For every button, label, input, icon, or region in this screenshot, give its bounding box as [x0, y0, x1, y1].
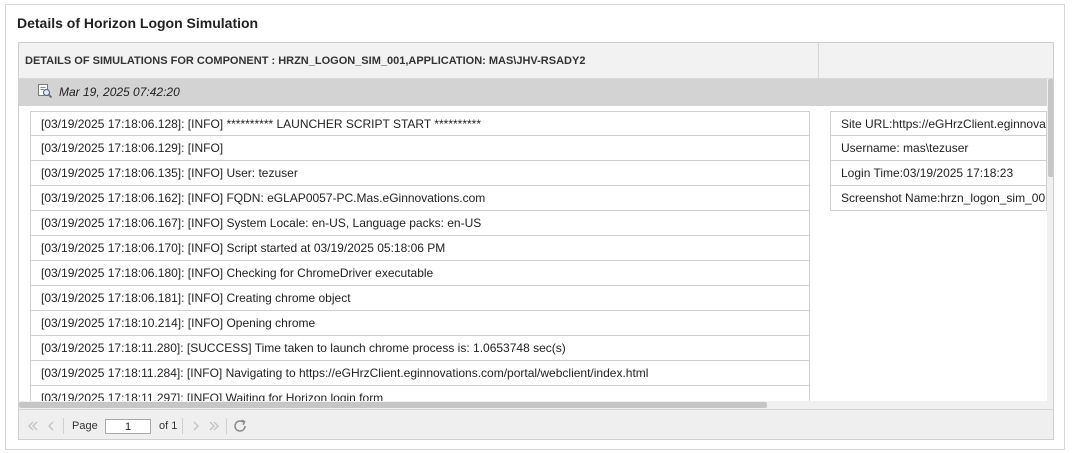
log-row: [03/19/2025 17:18:06.129]: [INFO] — [30, 136, 810, 161]
info-username: Username: mas\tezuser — [830, 136, 1047, 161]
horizontal-scrollbar[interactable] — [19, 401, 1053, 409]
page-count-label: of 1 — [159, 420, 178, 432]
log-row: [03/19/2025 17:18:06.170]: [INFO] Script… — [30, 236, 810, 261]
log-row: [03/19/2025 17:18:06.135]: [INFO] User: … — [30, 161, 810, 186]
log-row: [03/19/2025 17:18:06.128]: [INFO] ******… — [30, 111, 810, 136]
pager-separator — [226, 418, 227, 434]
log-row: [03/19/2025 17:18:06.180]: [INFO] Checki… — [30, 261, 810, 286]
simulation-group-row[interactable]: Mar 19, 2025 07:42:20 — [19, 79, 1047, 106]
magnifier-report-icon — [38, 84, 53, 99]
log-row: [03/19/2025 17:18:06.162]: [INFO] FQDN: … — [30, 186, 810, 211]
page-label: Page — [72, 420, 98, 432]
info-site-url: Site URL:https://eGHrzClient.eginnovat — [830, 111, 1047, 136]
simulations-panel: DETAILS OF SIMULATIONS FOR COMPONENT : H… — [18, 42, 1054, 440]
vertical-scrollbar-thumb[interactable] — [1048, 79, 1053, 177]
log-row: [03/19/2025 17:18:11.297]: [INFO] Waitin… — [30, 386, 810, 401]
first-page-icon[interactable] — [26, 419, 40, 433]
pager-separator — [182, 418, 183, 434]
horizontal-scrollbar-thumb[interactable] — [19, 402, 767, 408]
vertical-scrollbar[interactable] — [1047, 79, 1053, 401]
info-screenshot-name: Screenshot Name:hrzn_logon_sim_001 — [830, 186, 1047, 211]
refresh-icon[interactable] — [232, 418, 248, 434]
simulation-details-window: Details of Horizon Logon Simulation DETA… — [5, 4, 1065, 450]
log-row: [03/19/2025 17:18:06.181]: [INFO] Creati… — [30, 286, 810, 311]
info-login-time: Login Time:03/19/2025 17:18:23 — [830, 161, 1047, 186]
log-row: [03/19/2025 17:18:11.280]: [SUCCESS] Tim… — [30, 336, 810, 361]
panel-header: DETAILS OF SIMULATIONS FOR COMPONENT : H… — [19, 43, 1053, 79]
panel-header-title: DETAILS OF SIMULATIONS FOR COMPONENT : H… — [19, 43, 819, 79]
log-row: [03/19/2025 17:18:10.214]: [INFO] Openin… — [30, 311, 810, 336]
simulation-info-list: Site URL:https://eGHrzClient.eginnovat U… — [830, 111, 1047, 211]
prev-page-icon[interactable] — [44, 419, 58, 433]
page-title: Details of Horizon Logon Simulation — [17, 15, 259, 31]
log-list: [03/19/2025 17:18:06.128]: [INFO] ******… — [30, 111, 810, 401]
pagination-toolbar: Page of 1 — [19, 409, 1053, 439]
last-page-icon[interactable] — [207, 419, 221, 433]
page-number-input[interactable] — [105, 419, 151, 434]
pager-separator — [63, 418, 64, 434]
simulation-timestamp: Mar 19, 2025 07:42:20 — [59, 85, 180, 99]
log-row: [03/19/2025 17:18:06.167]: [INFO] System… — [30, 211, 810, 236]
log-row: [03/19/2025 17:18:11.284]: [INFO] Naviga… — [30, 361, 810, 386]
next-page-icon[interactable] — [189, 419, 203, 433]
